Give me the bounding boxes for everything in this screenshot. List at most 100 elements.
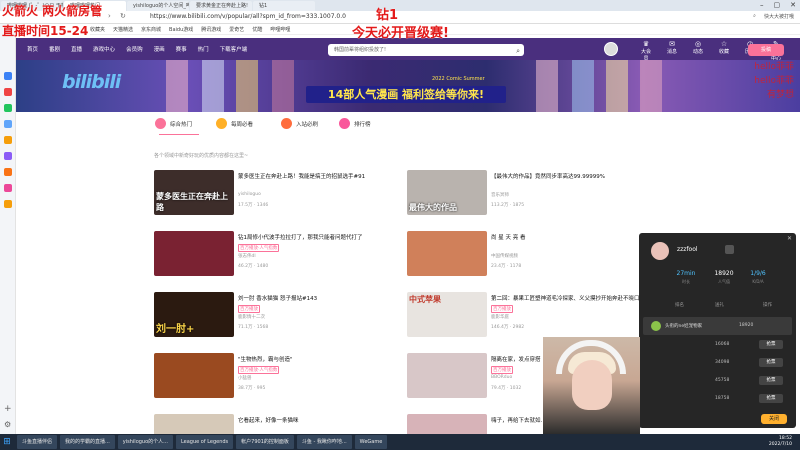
video-uploader[interactable]: 小猛兽 xyxy=(238,375,252,381)
video-uploader[interactable]: 鹿影华庭 xyxy=(491,314,509,320)
app-icon[interactable] xyxy=(4,184,12,192)
avatar[interactable] xyxy=(651,242,669,260)
windows-start-icon[interactable]: ⊞ xyxy=(0,434,14,450)
settings-icon[interactable]: ⚙ xyxy=(4,420,11,429)
close-icon[interactable]: ✕ xyxy=(787,235,792,242)
video-card[interactable]: "生物热烈，霸与创造" 百万播放·人气指数 小猛兽 38.7万 · 995 xyxy=(154,353,404,401)
app-icon[interactable] xyxy=(4,136,12,144)
search-input[interactable]: 韩国前辈将组织投放了! ⌕ xyxy=(328,44,524,56)
bookmark[interactable]: 腾讯游戏 xyxy=(201,26,221,33)
nav-item-download[interactable]: 下载客户端 xyxy=(220,45,248,53)
app-icon[interactable] xyxy=(4,200,12,208)
upload-button[interactable]: 投稿 xyxy=(748,44,784,56)
search-icon[interactable]: ⌕ xyxy=(516,45,520,57)
video-thumbnail[interactable] xyxy=(154,414,234,434)
browser-tab[interactable]: 钻1 xyxy=(253,0,315,11)
taskbar-item[interactable]: 斗鱼直播伴侣 xyxy=(17,435,58,449)
taskbar-item[interactable]: WeGame xyxy=(354,435,388,449)
grab-button[interactable]: 抢票 xyxy=(759,340,783,349)
app-icon[interactable] xyxy=(4,72,12,80)
video-title[interactable]: 【最伟大的作品】竟然同步率高达99.99999% xyxy=(491,172,605,180)
video-thumbnail[interactable]: 最伟大的作品 xyxy=(407,170,487,215)
browser-tab[interactable]: yishiloguo的个人空间_哔哩哔哩 xyxy=(127,0,189,11)
app-icon[interactable] xyxy=(4,168,12,176)
video-card[interactable]: 中式苹果 第二回：暴果工匠塑神道毛冷探家、义父摸抄开始奔赴不晓口 百万播放 鹿影… xyxy=(407,292,657,340)
video-thumbnail[interactable]: 刘一肘+ xyxy=(154,292,234,337)
search-icon[interactable]: ⌕ xyxy=(753,13,756,20)
video-uploader[interactable]: 中国传媒视频 xyxy=(491,253,518,259)
taskbar-clock[interactable]: 18:52 2022/7/10 xyxy=(769,436,792,448)
tab-popular[interactable]: 综合热门 xyxy=(155,118,192,129)
app-icon[interactable] xyxy=(4,88,12,96)
video-card[interactable]: 钻1局修小代波手拉拉打了，那我只能者问题代打了 百万播放·人气指数 张志伟dl … xyxy=(154,231,404,279)
nav-item-manga[interactable]: 漫画 xyxy=(154,45,165,53)
bookmark[interactable]: 哔哩哔哩 xyxy=(270,26,290,33)
bookmark[interactable]: 京东商城 xyxy=(141,26,161,33)
grab-button[interactable]: 抢票 xyxy=(759,358,783,367)
nav-item-home[interactable]: 首页 xyxy=(27,45,38,53)
url-field[interactable]: https://www.bilibili.com/v/popular/all?s… xyxy=(150,13,346,20)
video-title[interactable]: 嗨子，再给下去就如... xyxy=(491,416,542,424)
nav-item-shop[interactable]: 会员购 xyxy=(126,45,143,53)
video-thumbnail[interactable] xyxy=(154,231,234,276)
video-uploader[interactable]: 鹿影情十二次 xyxy=(238,314,265,320)
bookmark[interactable]: 爱奇艺 xyxy=(229,26,244,33)
browser-tab[interactable]: 要求黄金正在奔赴上路! xyxy=(190,0,252,11)
video-card[interactable]: 尚 星 天 亮 看 中国传媒视频 23.4万 · 1178 xyxy=(407,231,657,279)
bilibili-logo[interactable]: bilibili xyxy=(62,71,121,93)
video-title[interactable]: 第二回：暴果工匠塑神道毛冷探家、义父摸抄开始奔赴不晓口 xyxy=(491,294,640,302)
video-uploader[interactable]: yishiloguo xyxy=(238,192,261,197)
tab-weekly[interactable]: 每周必看 xyxy=(216,118,253,129)
video-title[interactable]: 刘一肘 香水猫猫 怒子报站#143 xyxy=(238,294,317,302)
video-thumbnail[interactable] xyxy=(407,353,487,398)
video-card[interactable]: 刘一肘+ 刘一肘 香水猫猫 怒子报站#143 百万播放 鹿影情十二次 71.1万… xyxy=(154,292,404,340)
nav-item-esports[interactable]: 赛事 xyxy=(176,45,187,53)
video-thumbnail[interactable]: 中式苹果 xyxy=(407,292,487,337)
video-card[interactable]: 最伟大的作品 【最伟大的作品】竟然同步率高达99.99999% 音乐冥师 113… xyxy=(407,170,657,218)
video-title[interactable]: 尚 星 天 亮 看 xyxy=(491,233,526,241)
video-uploader[interactable]: 张志伟dl xyxy=(238,253,256,259)
app-icon[interactable] xyxy=(4,104,12,112)
video-thumbnail[interactable] xyxy=(407,414,487,434)
taskbar-item[interactable]: 斗鱼 - 我瞅你咋地... xyxy=(296,435,352,449)
nav-item-game[interactable]: 游戏中心 xyxy=(93,45,115,53)
video-title[interactable]: 钻1局修小代波手拉拉打了，那我只能者问题代打了 xyxy=(238,233,363,241)
video-thumbnail[interactable]: 蒙多医生正在奔赴上路 xyxy=(154,170,234,215)
favorite-icon[interactable]: ☆ 收藏 xyxy=(718,40,730,62)
bookmark[interactable]: 优酷 xyxy=(252,26,262,33)
bookmark[interactable]: 收藏夹 xyxy=(90,26,105,33)
list-item-highlight[interactable]: 头衔的ne娃宠物家 18920 xyxy=(643,317,792,335)
video-card[interactable]: 蒙多医生正在奔赴上路 蒙多医生正在奔赴上路！我能是搞王的招鼠选手#91 yish… xyxy=(154,170,404,218)
bookmark[interactable]: 天猫精选 xyxy=(113,26,133,33)
video-title[interactable]: 它看起来，好像一条猫咪 xyxy=(238,416,299,424)
nav-item-live[interactable]: 直播 xyxy=(71,45,82,53)
taskbar-item[interactable]: 帐户7901的控制面板 xyxy=(236,435,294,449)
app-icon[interactable] xyxy=(4,152,12,160)
vip-icon[interactable]: ♛ 大会员 xyxy=(640,40,652,62)
close-icon[interactable]: ✕ xyxy=(790,1,796,9)
taskbar-item[interactable]: yishiloguo的个人... xyxy=(117,435,173,449)
video-card[interactable]: 它看起来，好像一条猫咪 xyxy=(154,414,404,434)
video-uploader[interactable]: BBORduo xyxy=(491,375,512,380)
minimize-icon[interactable]: – xyxy=(760,1,764,9)
video-title[interactable]: "生物热烈，霸与创造" xyxy=(238,355,293,363)
dynamic-icon[interactable]: ◎ 动态 xyxy=(692,40,704,62)
bookmark[interactable]: Baidu游戏 xyxy=(169,26,193,33)
browser-user[interactable]: ⌕ 快大大被打哦 xyxy=(753,13,794,20)
taskbar-item[interactable]: League of Legends xyxy=(175,435,234,449)
avatar[interactable] xyxy=(604,42,618,56)
close-panel-button[interactable]: 关闭 xyxy=(761,414,787,424)
add-icon[interactable]: + xyxy=(4,404,12,414)
video-card[interactable]: 嗨子，再给下去就如... xyxy=(407,414,542,434)
tab-must-see[interactable]: 入站必刷 xyxy=(281,118,318,129)
video-thumbnail[interactable] xyxy=(154,353,234,398)
nav-item-anime[interactable]: 番剧 xyxy=(49,45,60,53)
app-icon[interactable] xyxy=(4,120,12,128)
video-title[interactable]: 隔离在家，发点穿搭 xyxy=(491,355,541,363)
maximize-icon[interactable]: ▢ xyxy=(774,1,781,9)
taskbar-item[interactable]: 我的的学霸的直播... xyxy=(60,435,115,449)
nav-item-popular[interactable]: 热门 xyxy=(198,45,209,53)
video-uploader[interactable]: 音乐冥师 xyxy=(491,192,509,198)
video-thumbnail[interactable] xyxy=(407,231,487,276)
video-title[interactable]: 蒙多医生正在奔赴上路！我能是搞王的招鼠选手#91 xyxy=(238,172,365,180)
